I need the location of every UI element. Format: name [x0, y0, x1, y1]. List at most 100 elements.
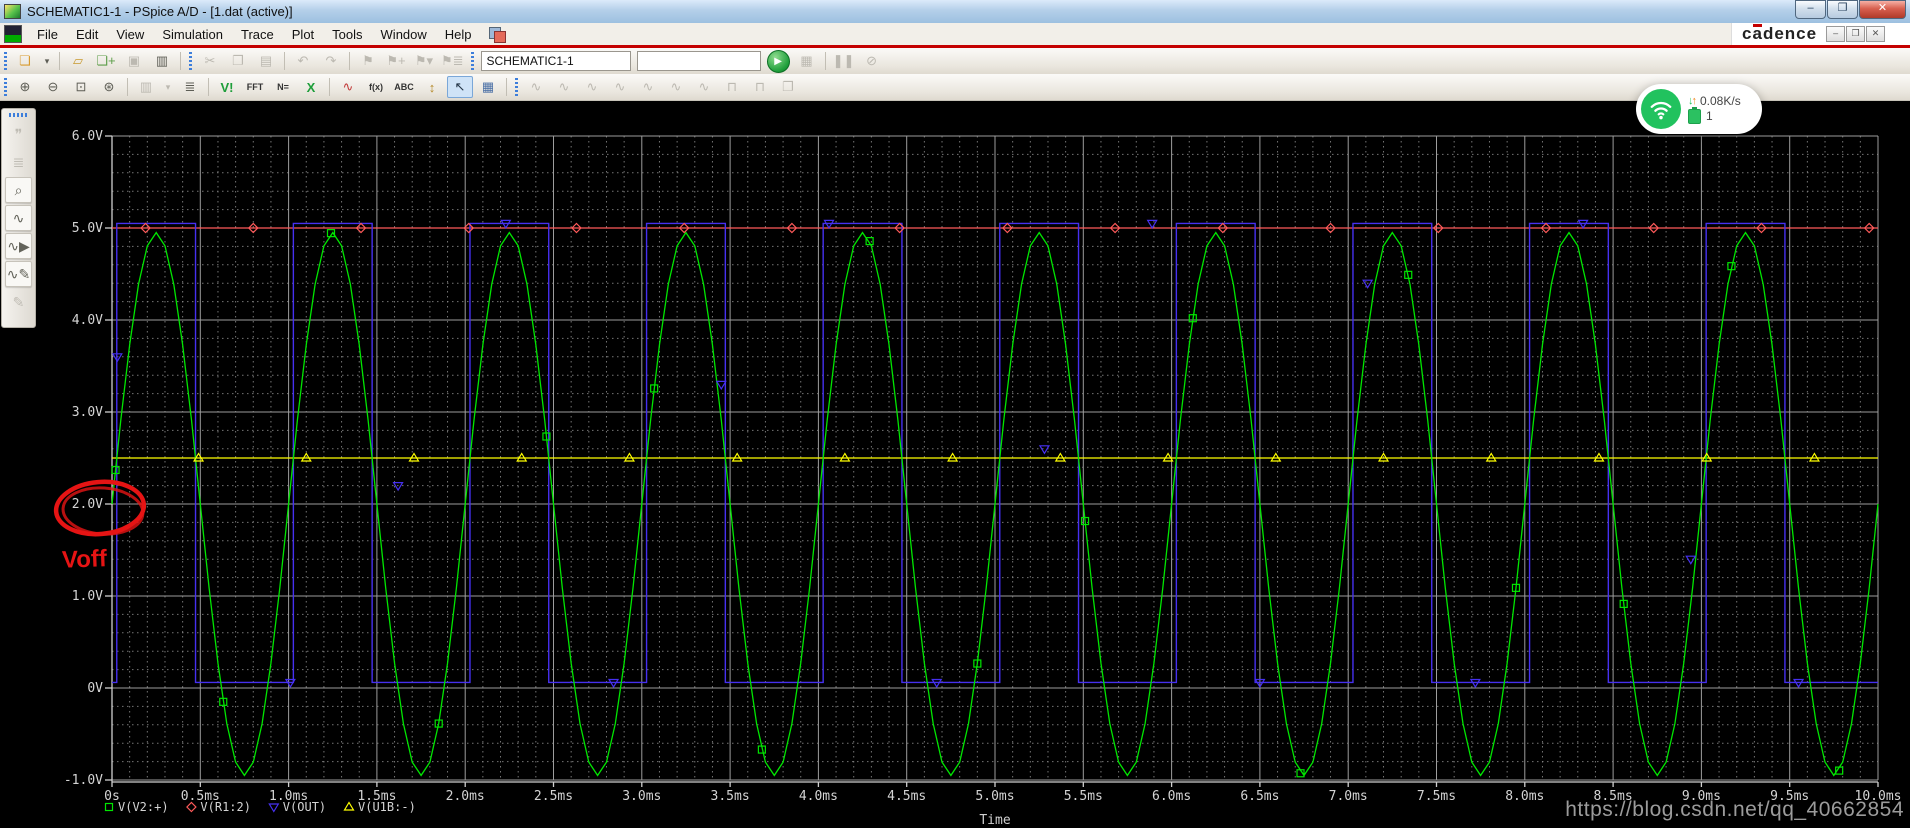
open-file-button[interactable]: ▱ [65, 50, 91, 72]
redo-button[interactable]: ↷ [318, 50, 344, 72]
edit-model-tool[interactable]: ✎ [5, 289, 32, 315]
toolbar-separator [127, 78, 128, 96]
toolbar-separator [349, 52, 350, 70]
menu-tools[interactable]: Tools [323, 25, 371, 44]
app-icon [4, 4, 21, 19]
stop-simulation-button[interactable]: ⊘ [859, 50, 885, 72]
edit-simulation-profile-button[interactable]: ▦ [794, 50, 820, 72]
x-tick-label: 2.5ms [534, 789, 573, 804]
wifi-icon [1641, 89, 1681, 129]
cursor-search-button[interactable]: ∿ [691, 76, 717, 98]
menu-window[interactable]: Window [372, 25, 436, 44]
y-tick-label: 3.0V [72, 405, 103, 420]
schematic-select-field[interactable]: SCHEMATIC1-1 [480, 51, 631, 71]
mdi-close-button[interactable]: ✕ [1866, 26, 1886, 42]
menu-view[interactable]: View [107, 25, 153, 44]
float-toolbar-icon[interactable] [487, 26, 506, 43]
paste-button[interactable]: ▤ [253, 50, 279, 72]
toolbar-grip [189, 52, 192, 70]
cursor-min-button[interactable]: ∿ [607, 76, 633, 98]
toolbar-grip [9, 113, 28, 117]
netlist-viewer-tool[interactable]: ≣ [5, 149, 32, 175]
label-state-button[interactable]: ⚑+ [383, 50, 409, 72]
new-file-dropdown[interactable]: ▾ [40, 50, 54, 72]
zoom-area-button[interactable]: ⊡ [68, 76, 94, 98]
menu-plot[interactable]: Plot [283, 25, 323, 44]
y-tick-label: 1.0V [72, 589, 103, 604]
undo-button[interactable]: ↶ [290, 50, 316, 72]
cut-button[interactable]: ✂ [197, 50, 223, 72]
restore-state-button[interactable]: ⚑▾ [411, 50, 437, 72]
pause-simulation-button[interactable]: ❚❚ [831, 50, 857, 72]
new-file-button[interactable]: ❏ [12, 50, 38, 72]
edit-stimulus-tool[interactable]: ∿✎ [5, 261, 32, 287]
cursor-peak-button[interactable]: ∿ [523, 76, 549, 98]
prev-transition-button[interactable]: ⊓ [747, 76, 773, 98]
close-button[interactable]: ✕ [1859, 0, 1906, 19]
mdi-minimize-button[interactable]: – [1826, 26, 1846, 42]
cadence-logo: cadence [1742, 24, 1818, 43]
zoom-out-button[interactable]: ⊖ [40, 76, 66, 98]
append-waveform-button[interactable]: ❏+ [93, 50, 119, 72]
profile-select-field[interactable] [636, 51, 761, 71]
x-tick-label: 6.5ms [1240, 789, 1279, 804]
view-output-file-button[interactable]: V! [214, 76, 240, 98]
x-tick-label: 4.0ms [799, 789, 838, 804]
toolbar-separator [506, 78, 507, 96]
copy-plot-button[interactable]: ❐ [775, 76, 801, 98]
run-simulation-button[interactable]: ▶ [766, 49, 790, 73]
y-tick-label: -1.0V [64, 773, 103, 788]
insert-text-label-button[interactable]: ABC [391, 76, 417, 98]
run-batch-tool[interactable]: ∿▶ [5, 233, 32, 259]
x-tick-label: 5.5ms [1064, 789, 1103, 804]
print-button[interactable]: ▥ [149, 50, 175, 72]
x-tick-label: 4.5ms [887, 789, 926, 804]
cursor-point-button[interactable]: ∿ [663, 76, 689, 98]
find-in-output-tool[interactable]: ⌕ [5, 177, 32, 203]
mesh-display-button[interactable]: ▦ [475, 76, 501, 98]
preview-dropdown[interactable]: ▾ [161, 76, 175, 98]
network-speed-overlay[interactable]: ↓ ↑ 0.08K/s 1 [1636, 84, 1762, 134]
waveform-plot[interactable]: 6.0V5.0V4.0V3.0V2.0V1.0V0V-1.0V0s 0.5ms 1.… [0, 100, 1910, 826]
menu-simulation[interactable]: Simulation [153, 25, 232, 44]
add-trace-button[interactable]: ∿ [335, 76, 361, 98]
print-preview-button[interactable]: ▥ [133, 76, 159, 98]
eval-goal-function-button[interactable]: f(x) [363, 76, 389, 98]
cursor-trough-button[interactable]: ∿ [551, 76, 577, 98]
menu-trace[interactable]: Trace [232, 25, 283, 44]
log-viewer-button[interactable]: ≣ [177, 76, 203, 98]
x-tick-label: 7.0ms [1329, 789, 1368, 804]
eval-measurement-button[interactable]: N= [270, 76, 296, 98]
cursor-slope-button[interactable]: ∿ [579, 76, 605, 98]
comment-tool[interactable]: ❞ [5, 121, 32, 147]
view-waveform-tool[interactable]: ∿ [5, 205, 32, 231]
manage-states-button[interactable]: ⚑≣ [439, 50, 466, 72]
cursor-toggle-button[interactable]: ↖ [447, 76, 473, 98]
menu-edit[interactable]: Edit [67, 25, 107, 44]
toolbar-grip [4, 52, 7, 70]
x-tick-label: 3.5ms [711, 789, 750, 804]
legend-item-V(U1B:-)[interactable]: V(U1B:-) [343, 800, 416, 814]
toolbar-grip [470, 52, 474, 70]
network-speed-value: 0.08K/s [1700, 94, 1741, 108]
watermark-text: https://blog.csdn.net/qq_40662854 [1565, 798, 1904, 821]
menu-help[interactable]: Help [436, 25, 481, 44]
x-tick-label: 6.0ms [1152, 789, 1191, 804]
zoom-fit-button[interactable]: ⊛ [96, 76, 122, 98]
cursor-max-button[interactable]: ∿ [635, 76, 661, 98]
x-tick-label: 2.0ms [446, 789, 485, 804]
restore-button[interactable]: ❐ [1827, 0, 1858, 19]
save-button[interactable]: ▣ [121, 50, 147, 72]
x-tick-label: 7.5ms [1417, 789, 1456, 804]
close-plot-button[interactable]: X [298, 76, 324, 98]
copy-button[interactable]: ❐ [225, 50, 251, 72]
fft-button[interactable]: FFT [242, 76, 268, 98]
next-transition-button[interactable]: ⊓ [719, 76, 745, 98]
add-y-axis-button[interactable]: ↕ [419, 76, 445, 98]
minimize-button[interactable]: – [1795, 0, 1826, 19]
zoom-in-button[interactable]: ⊕ [12, 76, 38, 98]
mdi-restore-button[interactable]: ❐ [1846, 26, 1866, 42]
bookmark-button[interactable]: ⚑ [355, 50, 381, 72]
menu-file[interactable]: File [28, 25, 67, 44]
x-tick-label: 8.0ms [1505, 789, 1544, 804]
